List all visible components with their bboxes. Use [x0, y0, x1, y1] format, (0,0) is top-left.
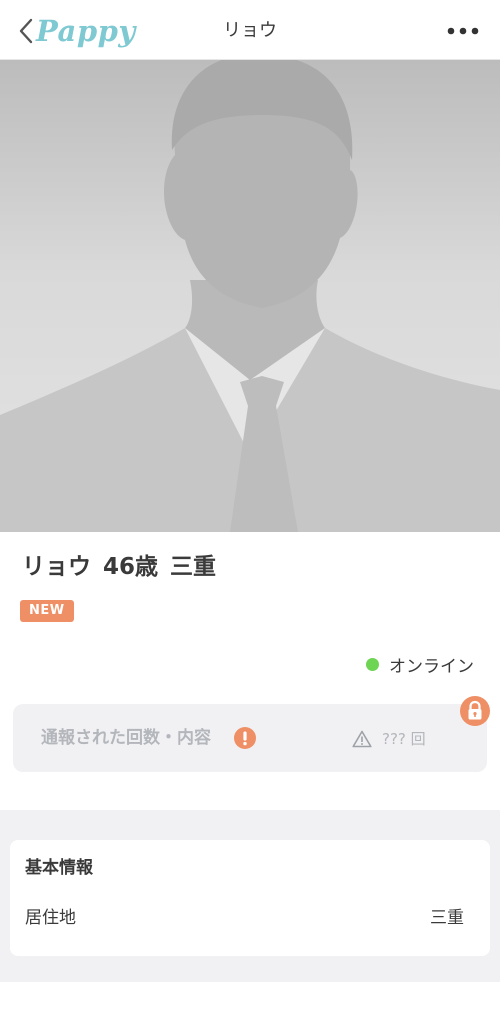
- profile-location: 三重: [170, 554, 217, 580]
- exclamation-icon: [234, 727, 256, 749]
- bottom-area: [0, 982, 500, 1025]
- warning-triangle-icon: [352, 730, 372, 747]
- new-badge: NEW: [20, 600, 74, 622]
- basic-info-card: 基本情報 居住地 三重: [10, 840, 490, 956]
- profile-photo[interactable]: [0, 60, 500, 532]
- residence-label: 居住地: [25, 908, 76, 928]
- report-count: ??? 回: [352, 728, 426, 749]
- basic-info-title: 基本情報: [25, 858, 93, 878]
- app-header: Pappy リョウ: [0, 0, 500, 60]
- online-status-label: オンライン: [389, 657, 474, 677]
- more-dots-icon: [447, 27, 479, 35]
- report-history-card[interactable]: 通報された回数・内容 ??? 回: [13, 704, 487, 772]
- report-count-value: ??? 回: [382, 730, 426, 748]
- pappy-logo: Pappy: [36, 14, 136, 48]
- profile-name: リョウ: [22, 554, 91, 580]
- residence-value: 三重: [430, 908, 464, 928]
- silhouette-image: [0, 60, 500, 532]
- profile-summary: リョウ 46歳 三重: [22, 552, 228, 582]
- report-label: 通報された回数・内容: [41, 728, 211, 748]
- back-button[interactable]: Pappy: [18, 14, 136, 48]
- profile-age: 46歳: [103, 554, 159, 580]
- chevron-left-icon: [19, 18, 33, 44]
- online-dot-icon: [366, 658, 379, 671]
- profile-info-section: リョウ 46歳 三重 NEW オンライン 通報された回数・内容 ??? 回: [0, 532, 500, 810]
- lock-icon[interactable]: [459, 695, 491, 727]
- more-options-button[interactable]: [446, 20, 480, 42]
- online-status: オンライン: [366, 652, 474, 677]
